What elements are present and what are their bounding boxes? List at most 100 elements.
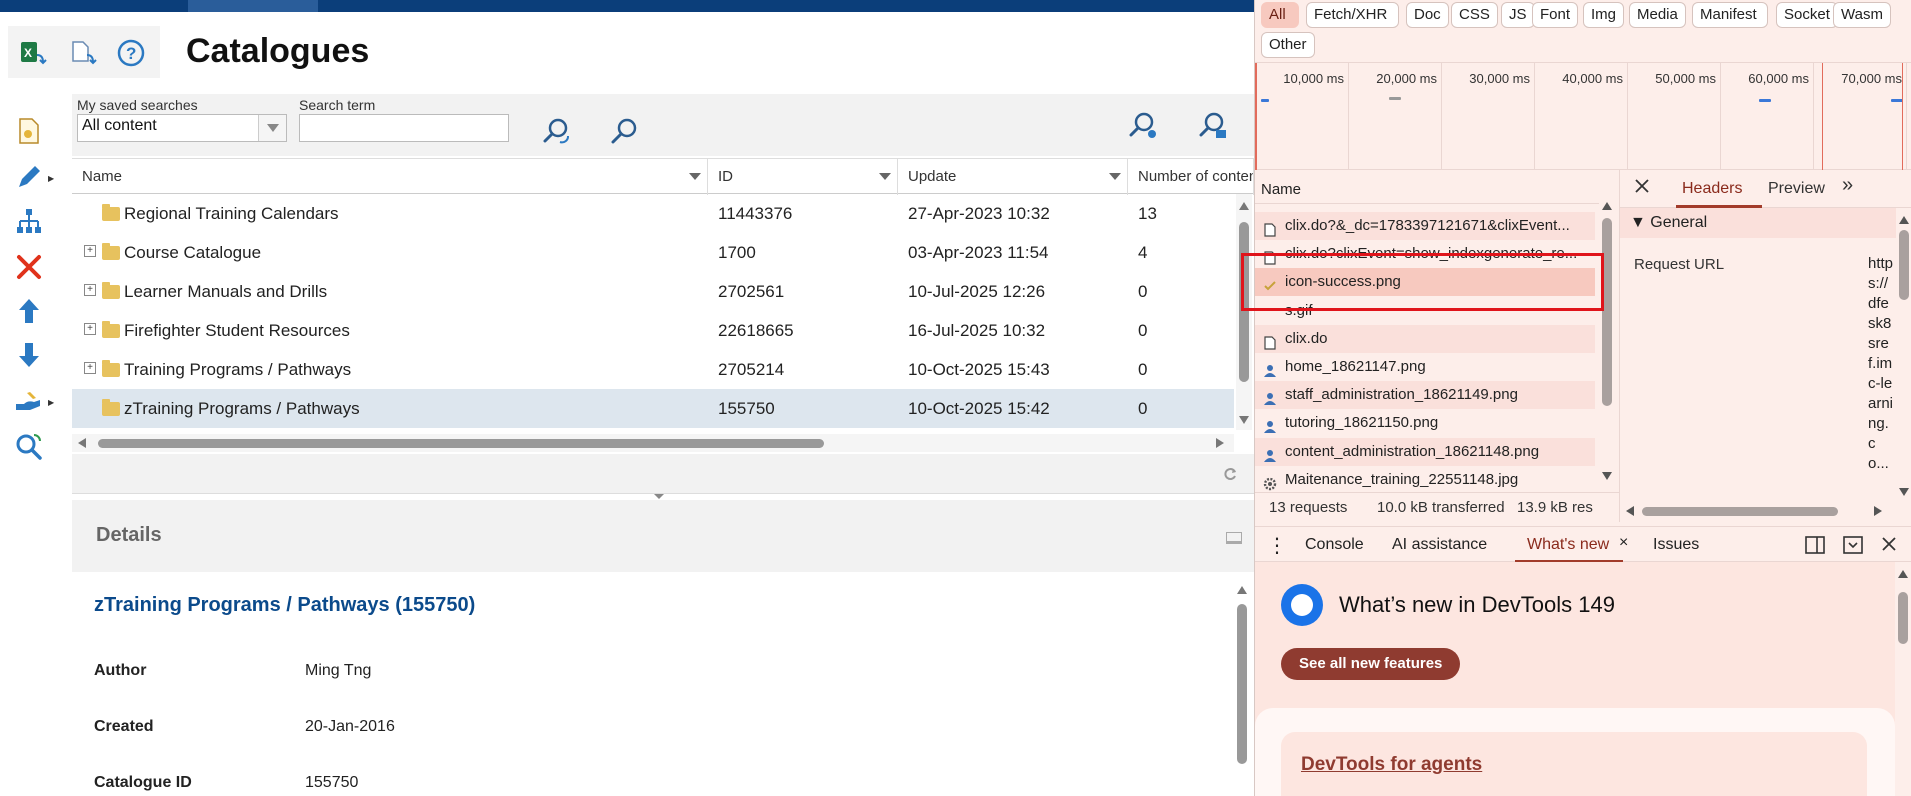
close-drawer-icon[interactable] bbox=[1881, 536, 1897, 557]
expand-icon[interactable]: + bbox=[84, 245, 96, 257]
network-request-row[interactable]: home_18621147.png bbox=[1255, 353, 1595, 381]
expand-icon[interactable]: + bbox=[84, 323, 96, 335]
more-tabs-icon[interactable]: » bbox=[1842, 174, 1853, 197]
scroll-left-icon[interactable] bbox=[78, 438, 86, 448]
network-request-row[interactable]: clix.do?&_dc=1783397121671&clixEvent... bbox=[1255, 212, 1595, 240]
filter-chip-other[interactable]: Other bbox=[1261, 32, 1315, 58]
close-icon[interactable] bbox=[1634, 178, 1650, 199]
scroll-down-icon[interactable] bbox=[1602, 472, 1612, 480]
network-timeline-overview[interactable]: 10,000 ms 20,000 ms 30,000 ms 40,000 ms 50,0… bbox=[1255, 62, 1911, 171]
table-row[interactable]: + Firefighter Student Resources 22618665 16… bbox=[72, 311, 1234, 350]
search-reset-icon[interactable] bbox=[538, 114, 574, 150]
table-row[interactable]: Regional Training Calendars 11443376 27-Ap… bbox=[72, 194, 1234, 233]
column-header-count[interactable]: Number of conten bbox=[1128, 159, 1254, 195]
top-bar-tab[interactable] bbox=[188, 0, 318, 12]
move-up-icon[interactable] bbox=[12, 294, 46, 328]
network-request-row[interactable]: clix.do?clixEvent=show_indexgenerate_re.… bbox=[1255, 240, 1595, 268]
column-header-update[interactable]: Update bbox=[898, 159, 1128, 195]
expand-icon[interactable]: + bbox=[84, 284, 96, 296]
search-term-input[interactable] bbox=[299, 114, 509, 142]
request-list-scrollbar[interactable] bbox=[1599, 198, 1615, 484]
scroll-right-icon[interactable] bbox=[1874, 506, 1882, 516]
tab-whats-new[interactable]: What's new bbox=[1527, 536, 1609, 554]
expand-icon[interactable]: + bbox=[84, 362, 96, 374]
new-item-icon[interactable] bbox=[12, 114, 46, 148]
network-request-row[interactable]: clix.do bbox=[1255, 324, 1595, 353]
filter-chip-socket[interactable]: Socket bbox=[1776, 2, 1838, 28]
scroll-up-icon[interactable] bbox=[1237, 586, 1247, 594]
column-header-name[interactable]: Name bbox=[72, 159, 708, 195]
filter-chip-fetch-xhr[interactable]: Fetch/XHR bbox=[1306, 2, 1399, 28]
search-settings-icon[interactable] bbox=[1126, 108, 1162, 144]
scroll-down-icon[interactable] bbox=[1239, 416, 1249, 424]
help-icon[interactable]: ? bbox=[116, 38, 146, 68]
scroll-left-icon[interactable] bbox=[1626, 506, 1634, 516]
table-row[interactable]: + Training Programs / Pathways 2705214 10-O… bbox=[72, 350, 1234, 389]
request-list-scroll-thumb[interactable] bbox=[1602, 218, 1612, 406]
filter-chip-js[interactable]: JS bbox=[1501, 2, 1535, 28]
grid-horizontal-scrollbar[interactable] bbox=[72, 434, 1234, 452]
headers-scrollbar[interactable] bbox=[1896, 210, 1911, 500]
move-down-icon[interactable] bbox=[12, 338, 46, 372]
scroll-up-icon[interactable] bbox=[1898, 570, 1908, 578]
network-request-row[interactable]: staff_administration_18621149.png bbox=[1255, 381, 1595, 410]
name-column-header[interactable]: Name bbox=[1255, 176, 1599, 204]
devtools-for-agents-link[interactable]: DevTools for agents bbox=[1301, 754, 1482, 776]
tab-headers[interactable]: Headers bbox=[1682, 180, 1742, 198]
grid-vertical-scroll-thumb[interactable] bbox=[1239, 222, 1249, 382]
network-request-row[interactable]: s.gif bbox=[1255, 297, 1595, 325]
excel-export-icon[interactable]: X bbox=[18, 38, 48, 68]
dock-bottom-icon[interactable] bbox=[1843, 536, 1863, 559]
filter-chip-doc[interactable]: Doc bbox=[1406, 2, 1449, 28]
record-title[interactable]: zTraining Programs / Pathways (155750) bbox=[94, 594, 475, 617]
hierarchy-icon[interactable] bbox=[12, 204, 46, 238]
delete-icon[interactable] bbox=[12, 250, 46, 284]
whats-new-scroll-thumb[interactable] bbox=[1898, 592, 1908, 644]
whats-new-scrollbar[interactable] bbox=[1895, 562, 1911, 796]
tab-issues[interactable]: Issues bbox=[1653, 536, 1699, 554]
details-scroll-thumb[interactable] bbox=[1237, 604, 1247, 764]
headers-horizontal-scroll-thumb[interactable] bbox=[1642, 507, 1838, 516]
details-scrollbar[interactable] bbox=[1234, 582, 1250, 796]
filter-chip-all[interactable]: All bbox=[1261, 2, 1299, 28]
tab-preview[interactable]: Preview bbox=[1768, 180, 1825, 198]
chevron-down-icon[interactable] bbox=[258, 115, 286, 141]
see-all-features-button[interactable]: See all new features bbox=[1281, 648, 1461, 680]
search-save-icon[interactable] bbox=[1196, 108, 1232, 144]
drawer-menu-icon[interactable]: ⋮ bbox=[1267, 533, 1287, 558]
request-url-value[interactable]: https://dfesk8sref.imc-learning.co... bbox=[1868, 254, 1896, 494]
sort-icon[interactable] bbox=[1109, 173, 1121, 180]
grid-horizontal-scroll-thumb[interactable] bbox=[98, 439, 824, 448]
assign-hand-icon[interactable] bbox=[12, 384, 46, 418]
search-refresh-icon[interactable] bbox=[12, 430, 46, 464]
network-request-row[interactable]: icon-success.png bbox=[1255, 268, 1595, 297]
filter-chip-media[interactable]: Media bbox=[1629, 2, 1686, 28]
search-icon[interactable] bbox=[606, 114, 642, 150]
filter-chip-wasm[interactable]: Wasm bbox=[1833, 2, 1891, 28]
refresh-icon[interactable] bbox=[1222, 466, 1238, 487]
tab-console[interactable]: Console bbox=[1305, 536, 1364, 554]
document-export-icon[interactable] bbox=[68, 38, 98, 68]
grid-vertical-scrollbar[interactable] bbox=[1236, 194, 1252, 430]
edit-menu-arrow-icon[interactable]: ▶ bbox=[48, 174, 54, 183]
table-row[interactable]: zTraining Programs / Pathways 155750 10-Oc… bbox=[72, 389, 1234, 428]
scroll-up-icon[interactable] bbox=[1899, 216, 1909, 224]
filter-chip-font[interactable]: Font bbox=[1532, 2, 1579, 28]
scroll-up-icon[interactable] bbox=[1239, 202, 1249, 210]
filter-chip-css[interactable]: CSS bbox=[1451, 2, 1498, 28]
scroll-down-icon[interactable] bbox=[1899, 488, 1909, 496]
network-request-row[interactable]: Maitenance_training_22551148.jpg bbox=[1255, 466, 1595, 494]
dock-side-icon[interactable] bbox=[1805, 536, 1825, 559]
scroll-right-icon[interactable] bbox=[1216, 438, 1224, 448]
column-header-id[interactable]: ID bbox=[708, 159, 898, 195]
general-section-toggle[interactable]: ▼ General bbox=[1620, 208, 1896, 238]
assign-menu-arrow-icon[interactable]: ▶ bbox=[48, 398, 54, 407]
splitter-handle-icon[interactable] bbox=[654, 494, 664, 499]
details-toggle-icon[interactable] bbox=[1226, 532, 1242, 544]
table-row[interactable]: + Learner Manuals and Drills 2702561 10-Jul… bbox=[72, 272, 1234, 311]
sort-icon[interactable] bbox=[879, 173, 891, 180]
scroll-up-icon[interactable] bbox=[1602, 202, 1612, 210]
filter-chip-manifest[interactable]: Manifest bbox=[1692, 2, 1768, 28]
table-row[interactable]: + Course Catalogue 1700 03-Apr-2023 11:54 4 bbox=[72, 233, 1234, 272]
edit-pencil-icon[interactable] bbox=[12, 160, 46, 194]
